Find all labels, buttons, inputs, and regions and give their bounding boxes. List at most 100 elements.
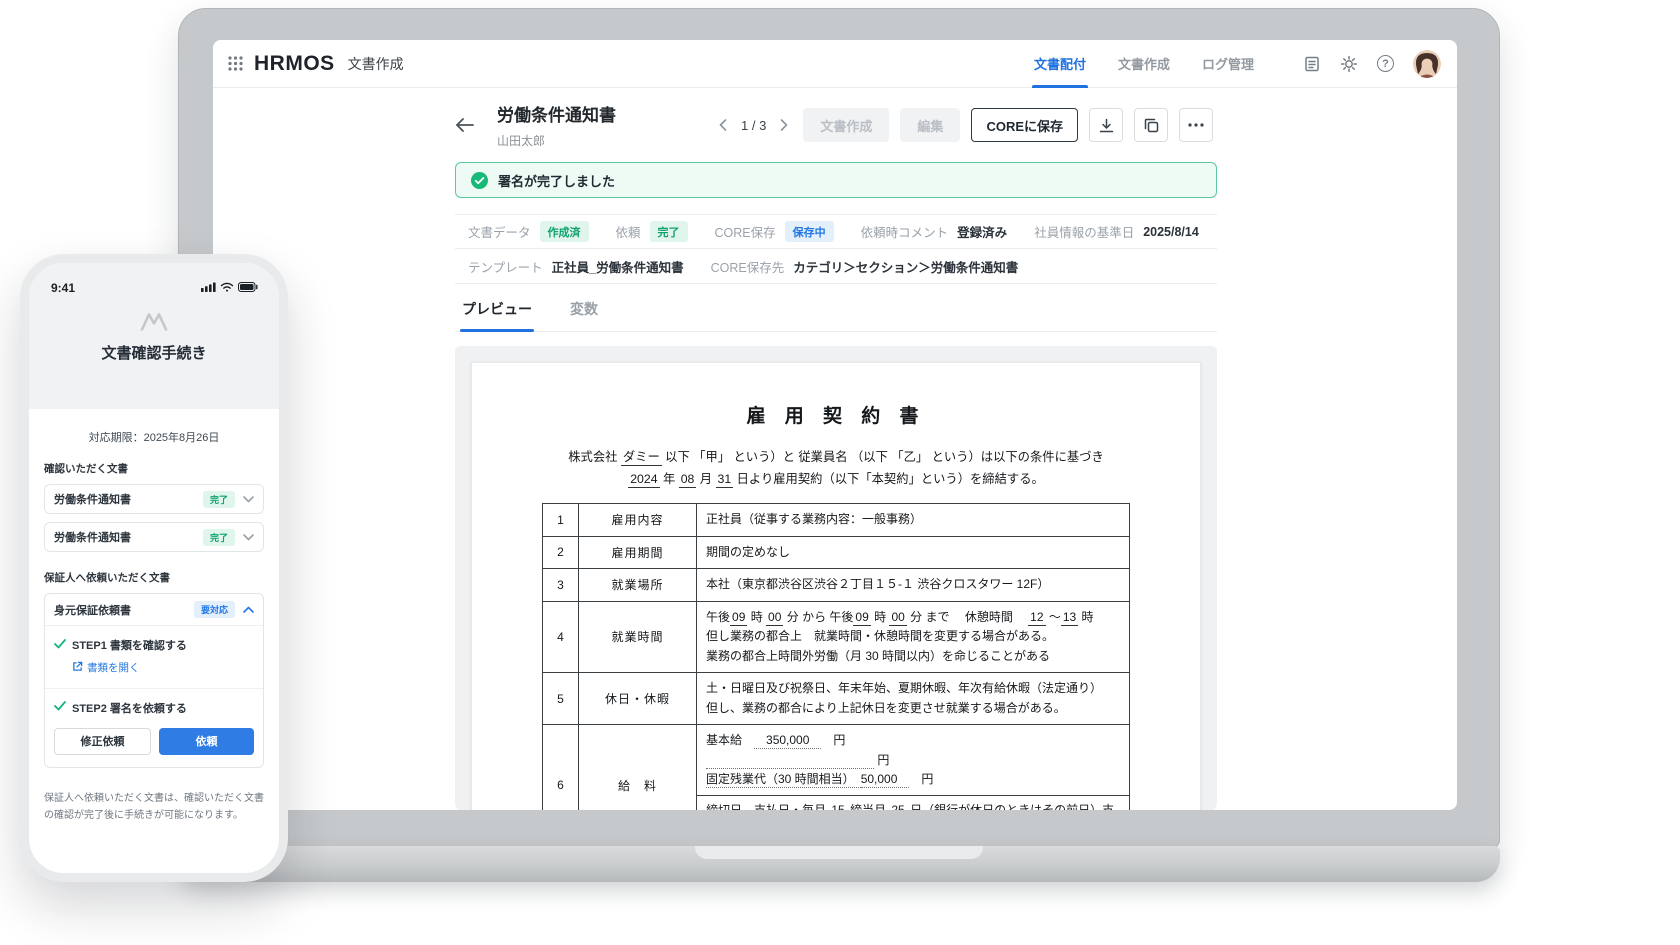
doc-title: 労働条件通知書	[54, 491, 203, 507]
footer-note: 保証人へ依頼いただく文書は、確認いただく文書の確認が完了後に手続きが可能になりま…	[44, 790, 264, 825]
content-line: 但し、業務の都合により上記休日を変更させ就業する場合がある。	[706, 699, 1120, 719]
confirm-doc-item-1[interactable]: 労働条件通知書完了	[44, 484, 264, 514]
request-button[interactable]: 依頼	[159, 728, 254, 755]
chevron-up-icon	[243, 606, 254, 613]
step2-row: STEP2 署名を依頼する	[54, 700, 254, 716]
content-line: 但し業務の都合上 就業時間・休憩時間を変更する場合がある。	[706, 627, 1120, 647]
meta-item: 依頼完了	[616, 221, 688, 242]
nav-tabs: 文書配付文書作成ログ管理	[1032, 40, 1284, 88]
chevron-down-icon	[243, 496, 254, 503]
status-bar: 9:41	[29, 263, 279, 297]
document-header: 労働条件通知書 山田太郎 1 / 3 文書作成 編集 COREに保存	[455, 98, 1213, 152]
row-number: 3	[543, 569, 579, 602]
phone-frame: 9:41 文書確認手続き 対応期限：2025年8月26日 確認いただく文書 労働…	[20, 254, 288, 882]
step2-label: STEP2 署名を依頼する	[72, 700, 187, 716]
download-button[interactable]	[1089, 108, 1123, 142]
content-line: 固定残業代（30 時間相当） 50,000 円	[706, 770, 1120, 790]
revise-button[interactable]: 修正依頼	[54, 728, 151, 755]
create-doc-button[interactable]: 文書作成	[803, 108, 889, 142]
meta-label: 社員情報の基準日	[1034, 222, 1134, 241]
row-label: 雇用内容	[579, 504, 697, 537]
content-line: 円	[706, 751, 1120, 771]
deadline-text: 対応期限：2025年8月26日	[44, 429, 264, 445]
status-badge: 作成済	[540, 221, 589, 242]
request-doc-steps: STEP1 書類を確認する 書類を開く STEP2 署名を依頼する 修正依	[45, 626, 263, 767]
phone-body: 対応期限：2025年8月26日 確認いただく文書 労働条件通知書完了労働条件通知…	[29, 429, 279, 825]
next-page-button[interactable]	[776, 115, 792, 135]
desktop-screen: HRMOS 文書作成 文書配付文書作成ログ管理 労	[213, 40, 1457, 810]
status-badge: 要対応	[194, 601, 235, 618]
contract-intro: 株式会社 ダミー 以下 「甲」 という）と 従業員名 （以下 「乙」 という）は…	[512, 446, 1160, 490]
row-content: 午後09 時 00 分 から 午後09 時 00 分 まで 休憩時間 12 〜1…	[697, 601, 1130, 673]
meta-value: 登録済み	[957, 222, 1007, 241]
header-actions: 文書作成 編集 COREに保存	[803, 108, 1213, 142]
contract-row: 3就業場所本社（東京都渋谷区渋谷２丁目１５-１ 渋谷クロスタワー 12F）	[543, 569, 1130, 602]
hrmos-logo: HRMOS	[254, 52, 335, 76]
row-label: 雇用期間	[579, 536, 697, 569]
laptop-notch	[695, 846, 983, 859]
success-banner: 署名が完了しました	[455, 162, 1217, 198]
gear-icon[interactable]	[1340, 55, 1358, 73]
help-icon[interactable]	[1377, 55, 1394, 72]
stage: HRMOS 文書作成 文書配付文書作成ログ管理 労	[0, 0, 1680, 945]
request-doc-header[interactable]: 身元保証依頼書 要対応	[45, 594, 263, 626]
open-doc-link[interactable]: 書類を開く	[72, 660, 140, 675]
copy-button[interactable]	[1134, 108, 1168, 142]
page-title: 労働条件通知書	[497, 101, 649, 126]
step1-label: STEP1 書類を確認する	[72, 637, 187, 653]
chevron-down-icon	[243, 534, 254, 541]
nav-tab-1[interactable]: 文書配付	[1032, 40, 1088, 88]
doc-title: 労働条件通知書	[54, 529, 203, 545]
row-content: 期間の定めなし	[697, 536, 1130, 569]
wifi-icon	[220, 279, 234, 297]
view-tab-2[interactable]: 変数	[568, 289, 600, 331]
signal-icon	[201, 279, 216, 297]
meta-label: 依頼	[616, 222, 641, 241]
nav-tab-3[interactable]: ログ管理	[1200, 40, 1256, 88]
content-line: 期間の定めなし	[706, 543, 1120, 563]
external-link-icon	[72, 661, 83, 675]
step-buttons: 修正依頼 依頼	[54, 728, 254, 755]
prev-page-button[interactable]	[715, 115, 731, 135]
row-number: 1	[543, 504, 579, 537]
row-content: 本社（東京都渋谷区渋谷２丁目１５-１ 渋谷クロスタワー 12F）	[697, 569, 1130, 602]
nav-tab-2[interactable]: 文書作成	[1116, 40, 1172, 88]
meta-item: CORE保存保存中	[715, 221, 834, 242]
row-content: 基本給 350,000 円 円固定残業代（30 時間相当） 50,000 円締切…	[697, 725, 1130, 811]
preview-panel[interactable]: 雇 用 契 約 書 株式会社 ダミー 以下 「甲」 という）と 従業員名 （以下…	[455, 346, 1217, 810]
app-grid-icon[interactable]	[228, 56, 243, 71]
page-subtitle: 山田太郎	[497, 132, 649, 149]
meta-rows: 文書データ作成済 依頼完了 CORE保存保存中 依頼時コメント登録済み 社員情報の基準日…	[455, 214, 1217, 284]
avatar[interactable]	[1413, 50, 1441, 78]
content-line: 午後09 時 00 分 から 午後09 時 00 分 まで 休憩時間 12 〜1…	[706, 608, 1120, 628]
open-doc-link-label: 書類を開く	[87, 660, 140, 675]
navbar: HRMOS 文書作成 文書配付文書作成ログ管理	[213, 40, 1457, 88]
back-button[interactable]	[455, 117, 475, 133]
meta-value: 正社員_労働条件通知書	[552, 257, 684, 276]
step1-row: STEP1 書類を確認する	[54, 637, 254, 653]
meta-item: 文書データ作成済	[468, 221, 589, 242]
more-button[interactable]	[1179, 108, 1213, 142]
meta-row-status: 文書データ作成済 依頼完了 CORE保存保存中 依頼時コメント登録済み 社員情報の基準日…	[455, 214, 1217, 249]
row-content: 土・日曜日及び祝祭日、年末年始、夏期休暇、年次有給休暇（法定通り）但し、業務の都…	[697, 673, 1130, 725]
meta-item: 依頼時コメント登録済み	[861, 222, 1008, 241]
meta-value: 2025/8/14	[1143, 225, 1199, 239]
doc-title: 身元保証依頼書	[54, 602, 194, 618]
battery-icon	[238, 279, 259, 297]
view-tab-1[interactable]: プレビュー	[460, 289, 534, 331]
meta-item: テンプレート正社員_労働条件通知書	[468, 257, 684, 276]
meta-item: 社員情報の基準日 2025/8/14	[1034, 222, 1199, 241]
meta-label: テンプレート	[468, 257, 543, 276]
row-number: 6	[543, 725, 579, 811]
status-badge: 完了	[203, 491, 235, 508]
mobile-title: 文書確認手続き	[29, 342, 279, 363]
clipboard-icon[interactable]	[1303, 55, 1321, 73]
phone-screen: 9:41 文書確認手続き 対応期限：2025年8月26日 確認いただく文書 労働…	[29, 263, 279, 873]
contract-row: 4就業時間午後09 時 00 分 から 午後09 時 00 分 まで 休憩時間 …	[543, 601, 1130, 673]
meta-label: 依頼時コメント	[861, 222, 949, 241]
pager: 1 / 3	[715, 115, 792, 135]
section-request-label: 保証人へ依頼いただく文書	[44, 570, 264, 585]
core-save-button[interactable]: COREに保存	[971, 108, 1078, 142]
confirm-doc-item-2[interactable]: 労働条件通知書完了	[44, 522, 264, 552]
edit-button[interactable]: 編集	[900, 108, 960, 142]
